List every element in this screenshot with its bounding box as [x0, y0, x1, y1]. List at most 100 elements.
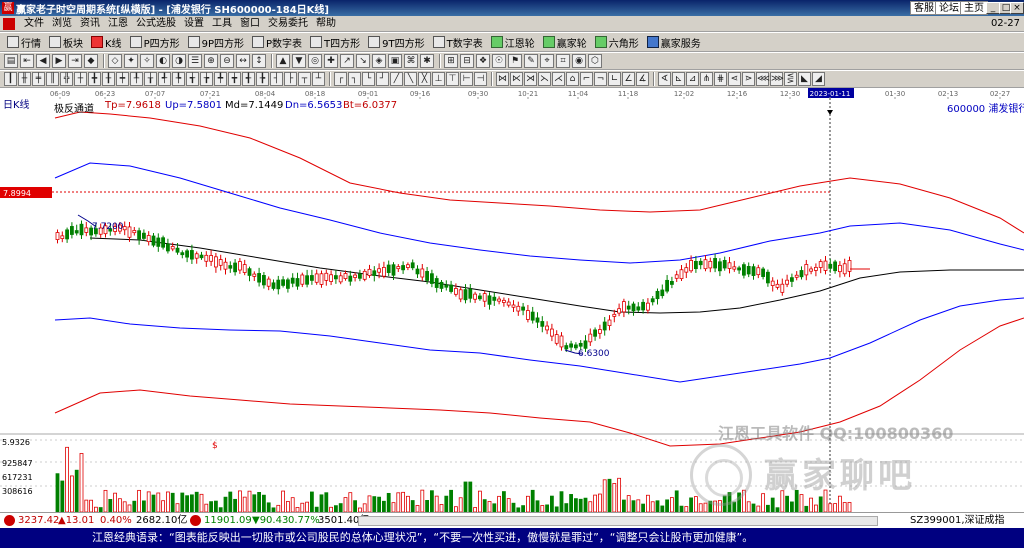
period-tool-icon[interactable]: ☰	[188, 54, 202, 68]
drawing-tool-icon[interactable]: ◣	[798, 72, 811, 86]
period-tool-icon[interactable]: ↕	[252, 54, 266, 68]
drawing-tool-icon[interactable]: ⋌	[552, 72, 565, 86]
sh-index-icon[interactable]	[4, 515, 15, 526]
drawing-tool-icon[interactable]: ╉	[242, 72, 255, 86]
menu-item-6[interactable]: 工具	[208, 17, 236, 31]
period-tool-icon[interactable]: ◈	[372, 54, 386, 68]
toolbar-button-7[interactable]: 9T四方形	[365, 34, 427, 50]
menu-item-5[interactable]: 设置	[180, 17, 208, 31]
close-button[interactable]: ×	[1010, 2, 1024, 14]
toolbar-button-0[interactable]: 行情	[4, 34, 44, 50]
drawing-tool-icon[interactable]: ├	[284, 72, 297, 86]
minimize-button[interactable]: _	[986, 2, 1000, 14]
period-tool-icon[interactable]: ▼	[292, 54, 306, 68]
toolbar-button-8[interactable]: T数字表	[430, 34, 486, 50]
drawing-tool-icon[interactable]: ╀	[130, 72, 143, 86]
menu-item-7[interactable]: 窗口	[236, 17, 264, 31]
drawing-tool-icon[interactable]: ╲	[404, 72, 417, 86]
period-tool-icon[interactable]: ✎	[524, 54, 538, 68]
drawing-tool-icon[interactable]: ⊤	[446, 72, 459, 86]
drawing-tool-icon[interactable]: ⋗	[742, 72, 755, 86]
period-tool-icon[interactable]: ✦	[124, 54, 138, 68]
drawing-tool-icon[interactable]: ⊢	[460, 72, 473, 86]
drawing-tool-icon[interactable]: ╂	[102, 72, 115, 86]
drawing-tool-icon[interactable]: ∟	[608, 72, 621, 86]
drawing-tool-icon[interactable]: ⊾	[672, 72, 685, 86]
forum-link[interactable]: 论坛	[935, 1, 963, 15]
period-tool-icon[interactable]: ↔	[236, 54, 250, 68]
period-tool-icon[interactable]: ⌖	[540, 54, 554, 68]
period-tool-icon[interactable]: ✚	[324, 54, 338, 68]
period-tool-icon[interactable]: ✧	[140, 54, 154, 68]
period-tool-icon[interactable]: ⇤	[20, 54, 34, 68]
toolbar-button-2[interactable]: K线	[88, 34, 125, 50]
document-icon[interactable]	[3, 18, 15, 30]
service-link[interactable]: 客服	[910, 1, 938, 15]
drawing-tool-icon[interactable]: ┐	[348, 72, 361, 86]
drawing-tool-icon[interactable]: ∢	[658, 72, 671, 86]
period-tool-icon[interactable]: ◉	[572, 54, 586, 68]
period-tool-icon[interactable]: ▤	[4, 54, 18, 68]
drawing-tool-icon[interactable]: ╃	[158, 72, 171, 86]
drawing-tool-icon[interactable]: ∠	[622, 72, 635, 86]
drawing-tool-icon[interactable]: ¬	[594, 72, 607, 86]
period-tool-icon[interactable]: ⇥	[68, 54, 82, 68]
drawing-tool-icon[interactable]: ╇	[214, 72, 227, 86]
period-tool-icon[interactable]: ⊖	[220, 54, 234, 68]
horizontal-scrollbar[interactable]	[358, 516, 878, 526]
toolbar-button-9[interactable]: 江恩轮	[488, 34, 538, 50]
menu-item-3[interactable]: 江恩	[104, 17, 132, 31]
menu-item-8[interactable]: 交易委托	[264, 17, 312, 31]
drawing-tool-icon[interactable]: ╅	[186, 72, 199, 86]
toolbar-button-1[interactable]: 板块	[46, 34, 86, 50]
sz-index-label[interactable]: SZ399001,深证成指	[910, 514, 1005, 528]
home-link[interactable]: 主页	[960, 1, 988, 15]
toolbar-button-6[interactable]: T四方形	[307, 34, 363, 50]
period-tool-icon[interactable]: ◆	[84, 54, 98, 68]
drawing-tool-icon[interactable]: ⊿	[686, 72, 699, 86]
drawing-tool-icon[interactable]: ⌂	[566, 72, 579, 86]
drawing-tool-icon[interactable]: ┘	[376, 72, 389, 86]
toolbar-button-10[interactable]: 赢家轮	[540, 34, 590, 50]
drawing-tool-icon[interactable]: ⋋	[538, 72, 551, 86]
period-tool-icon[interactable]: ⊟	[460, 54, 474, 68]
menu-item-9[interactable]: 帮助	[312, 17, 340, 31]
drawing-tool-icon[interactable]: ⋖	[728, 72, 741, 86]
drawing-tool-icon[interactable]: ⋊	[524, 72, 537, 86]
period-tool-icon[interactable]: ▣	[388, 54, 402, 68]
period-tool-icon[interactable]: ⌘	[404, 54, 418, 68]
period-tool-icon[interactable]: ↘	[356, 54, 370, 68]
drawing-tool-icon[interactable]: └	[362, 72, 375, 86]
drawing-tool-icon[interactable]: ┃	[4, 72, 17, 86]
toolbar-button-4[interactable]: 9P四方形	[185, 34, 247, 50]
drawing-tool-icon[interactable]: ┤	[270, 72, 283, 86]
drawing-tool-icon[interactable]: ⌐	[580, 72, 593, 86]
sz-index-icon[interactable]	[190, 515, 201, 526]
drawing-tool-icon[interactable]: ╱	[390, 72, 403, 86]
period-tool-icon[interactable]: ◐	[156, 54, 170, 68]
period-tool-icon[interactable]: ⌗	[556, 54, 570, 68]
period-tool-icon[interactable]: ☉	[492, 54, 506, 68]
drawing-tool-icon[interactable]: ┿	[116, 72, 129, 86]
period-tool-icon[interactable]: ⬡	[588, 54, 602, 68]
drawing-tool-icon[interactable]: ⊣	[474, 72, 487, 86]
menu-item-2[interactable]: 资讯	[76, 17, 104, 31]
chart-panel[interactable]: 06-09 06-23 07-07 07-21 08-04 08-18 09-01 09-16…	[0, 88, 1024, 512]
drawing-tool-icon[interactable]: ╪	[32, 72, 45, 86]
toolbar-button-5[interactable]: P数字表	[249, 34, 305, 50]
drawing-tool-icon[interactable]: ⋚	[784, 72, 797, 86]
kline-chart[interactable]: 06-09 06-23 07-07 07-21 08-04 08-18 09-01 09-16…	[0, 88, 1024, 512]
drawing-tool-icon[interactable]: ⊥	[432, 72, 445, 86]
period-tool-icon[interactable]: ⚑	[508, 54, 522, 68]
period-tool-icon[interactable]: ▲	[276, 54, 290, 68]
menu-item-1[interactable]: 浏览	[48, 17, 76, 31]
period-tool-icon[interactable]: ⊞	[444, 54, 458, 68]
period-tool-icon[interactable]: ◀	[36, 54, 50, 68]
drawing-tool-icon[interactable]: ⋘	[756, 72, 770, 86]
period-tool-icon[interactable]: ❖	[476, 54, 490, 68]
drawing-tool-icon[interactable]: ╈	[228, 72, 241, 86]
drawing-tool-icon[interactable]: ╋	[88, 72, 101, 86]
period-tool-icon[interactable]: ◎	[308, 54, 322, 68]
drawing-tool-icon[interactable]: ╊	[256, 72, 269, 86]
toolbar-button-12[interactable]: 赢家服务	[644, 34, 704, 50]
